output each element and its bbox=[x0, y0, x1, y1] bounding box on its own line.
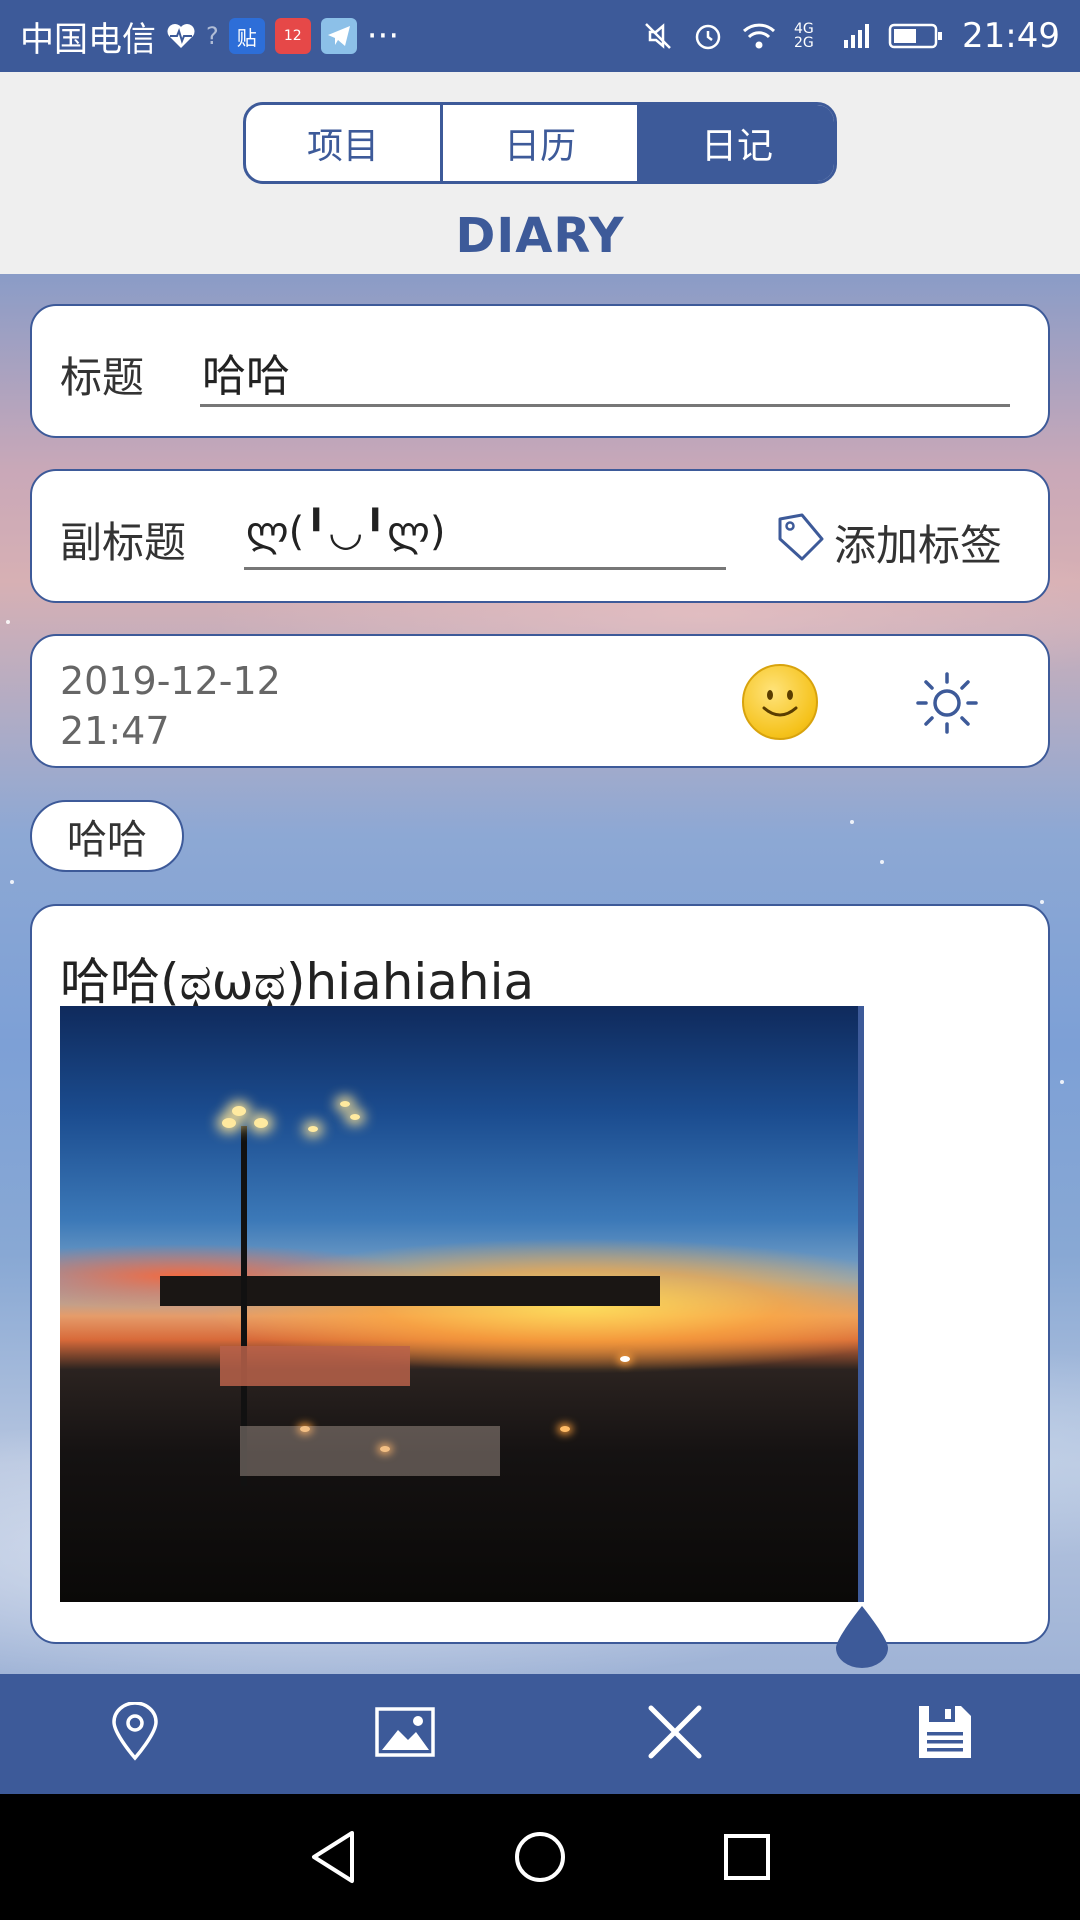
recents-icon[interactable] bbox=[707, 1817, 787, 1897]
sky-star bbox=[850, 820, 854, 824]
photo-lamp bbox=[254, 1118, 268, 1128]
photo-skyline bbox=[160, 1276, 660, 1306]
photo-lamp bbox=[308, 1126, 318, 1132]
tab-projects[interactable]: 项目 bbox=[246, 105, 443, 181]
tab-diary[interactable]: 日记 bbox=[640, 105, 834, 181]
page-title: DIARY bbox=[455, 208, 625, 264]
tag-icon bbox=[772, 509, 828, 575]
wifi-icon bbox=[742, 22, 776, 50]
subtitle-input[interactable]: ლ(╹◡╹ლ) bbox=[246, 509, 445, 555]
tieba-app-icon: 贴 bbox=[228, 18, 265, 54]
more-icon: ··· bbox=[366, 16, 400, 56]
shopping-app-icon: 12 bbox=[274, 18, 311, 54]
add-tag-button[interactable]: 添加标签 bbox=[772, 509, 1002, 575]
photo-lamp bbox=[350, 1114, 360, 1120]
editor-toolbar bbox=[0, 1674, 1080, 1794]
title-card: 标题 哈哈 bbox=[30, 304, 1050, 438]
sky-star bbox=[1060, 1080, 1064, 1084]
location-button[interactable] bbox=[0, 1674, 270, 1794]
location-pin-icon bbox=[110, 1701, 160, 1766]
photo-jet-bridge bbox=[220, 1346, 410, 1386]
smiley-face-icon[interactable] bbox=[742, 664, 818, 740]
title-input[interactable]: 哈哈 bbox=[202, 340, 290, 404]
view-switcher: 项目 日历 日记 bbox=[243, 102, 837, 184]
image-icon bbox=[374, 1706, 436, 1762]
body-text[interactable]: 哈哈(ಥωಥ)hiahiahia bbox=[60, 942, 534, 1014]
alarm-icon bbox=[692, 20, 724, 52]
entry-time: 21:47 bbox=[60, 709, 170, 753]
mute-icon bbox=[642, 20, 674, 52]
tag-chip[interactable]: 哈哈 bbox=[30, 800, 184, 872]
save-icon bbox=[915, 1702, 975, 1766]
attached-photo[interactable] bbox=[60, 1006, 864, 1602]
network-label: 4G 2G bbox=[794, 21, 814, 51]
insert-image-button[interactable] bbox=[270, 1674, 540, 1794]
heart-monitor-icon bbox=[166, 22, 196, 50]
photo-vehicle-light bbox=[560, 1426, 570, 1432]
sky-star bbox=[880, 860, 884, 864]
diary-editor: 标题 哈哈 副标题 ლ(╹◡╹ლ) 添加标签 2019-12-12 21:47 bbox=[0, 274, 1080, 1674]
photo-vehicle-light bbox=[620, 1356, 630, 1362]
carrier-label: 中国电信 bbox=[20, 19, 156, 60]
date-card: 2019-12-12 21:47 bbox=[30, 634, 1050, 768]
add-tag-label: 添加标签 bbox=[834, 520, 1003, 570]
discard-button[interactable] bbox=[540, 1674, 810, 1794]
telegram-app-icon bbox=[320, 18, 357, 54]
status-bar: 中国电信 ? 贴 12 ··· 4G 2G 21:49 bbox=[0, 0, 1080, 72]
close-icon bbox=[647, 1704, 703, 1764]
scroll-handle[interactable] bbox=[832, 1604, 892, 1668]
subtitle-label: 副标题 bbox=[60, 518, 187, 567]
sun-icon[interactable] bbox=[912, 668, 982, 738]
wifi-question-icon: ? bbox=[206, 22, 219, 50]
app-header: 项目 日历 日记 DIARY bbox=[0, 72, 1080, 274]
battery-icon bbox=[888, 21, 944, 51]
entry-datetime[interactable]: 2019-12-12 21:47 bbox=[60, 656, 281, 756]
photo-lamp bbox=[340, 1101, 350, 1107]
save-button[interactable] bbox=[810, 1674, 1080, 1794]
status-time: 21:49 bbox=[962, 16, 1060, 56]
entry-date: 2019-12-12 bbox=[60, 659, 281, 703]
system-nav-bar bbox=[0, 1794, 1080, 1920]
tab-calendar[interactable]: 日历 bbox=[443, 105, 640, 181]
sky-star bbox=[6, 620, 10, 624]
title-label: 标题 bbox=[60, 353, 145, 402]
photo-vehicles bbox=[240, 1426, 500, 1476]
back-icon[interactable] bbox=[293, 1817, 373, 1897]
title-underline bbox=[200, 404, 1010, 407]
subtitle-underline bbox=[244, 567, 726, 570]
sky-star bbox=[10, 880, 14, 884]
photo-lamp bbox=[232, 1106, 246, 1116]
signal-icon bbox=[842, 22, 870, 50]
photo-lamp bbox=[222, 1118, 236, 1128]
home-icon[interactable] bbox=[500, 1817, 580, 1897]
sky-star bbox=[1040, 900, 1044, 904]
subtitle-card: 副标题 ლ(╹◡╹ლ) 添加标签 bbox=[30, 469, 1050, 603]
body-card: 哈哈(ಥωಥ)hiahiahia bbox=[30, 904, 1050, 1644]
